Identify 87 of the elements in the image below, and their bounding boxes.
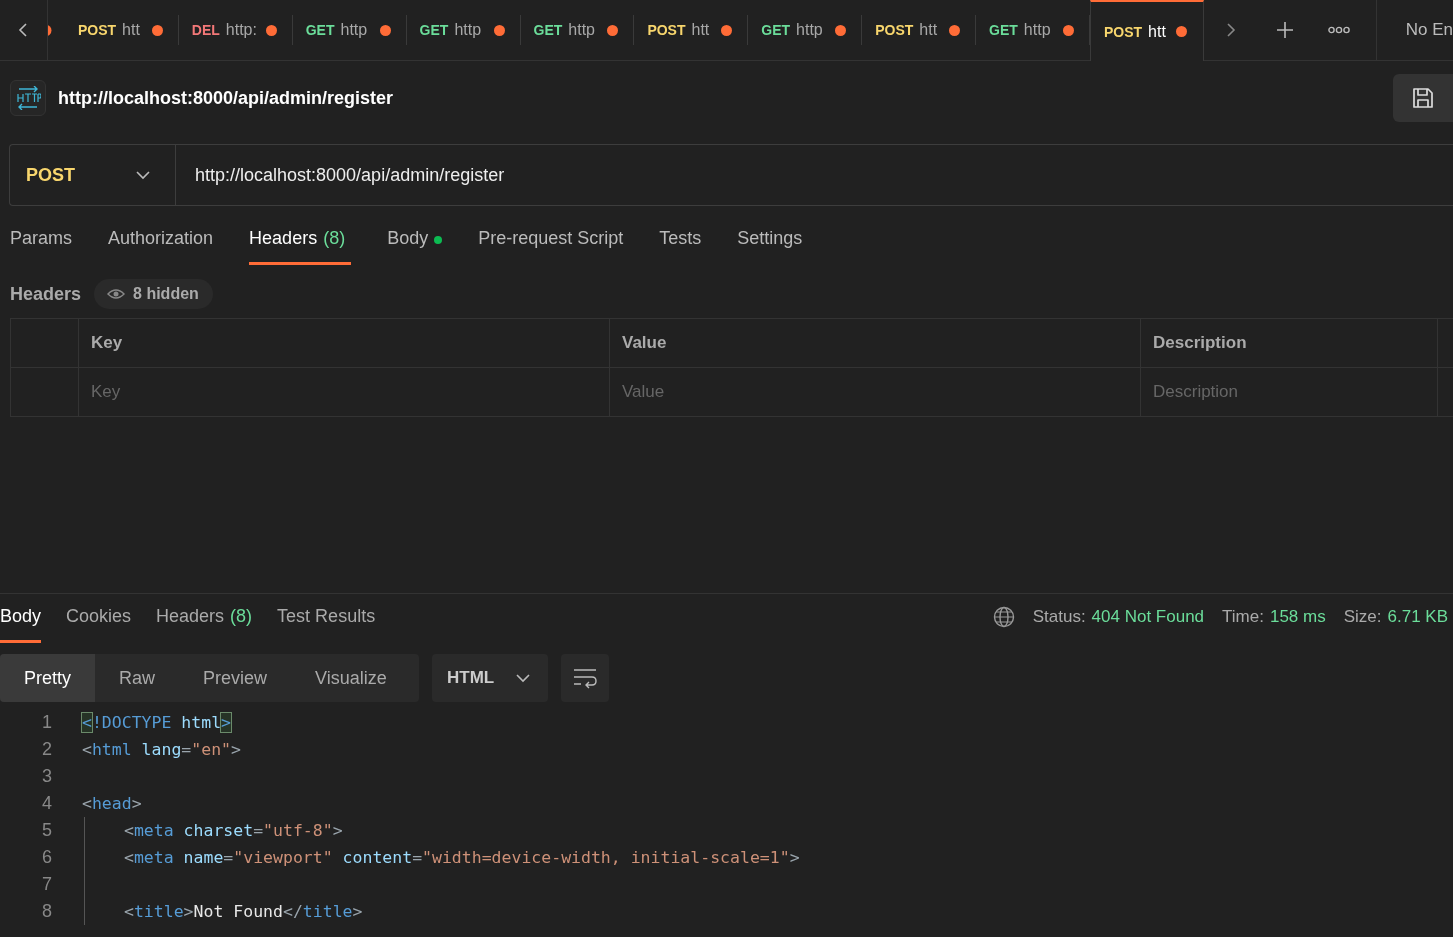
request-tab[interactable]: GET http: [520, 0, 635, 60]
tab-url: http:: [225, 21, 257, 39]
view-mode-button[interactable]: Pretty: [0, 654, 95, 702]
request-tab[interactable]: GET http: [292, 0, 407, 60]
line-number: 3: [41, 766, 53, 787]
wrap-lines-button[interactable]: [561, 654, 609, 702]
line-number: 2: [41, 739, 53, 760]
code-line: <meta name="viewport" content="width=device-width, initial-scale=1">: [124, 848, 800, 867]
count-label: (8): [230, 606, 253, 628]
request-option-tab[interactable]: Params: [10, 228, 72, 264]
request-option-tab[interactable]: Tests: [659, 228, 702, 264]
column-header: Key: [78, 318, 610, 368]
line-number: 5: [41, 820, 53, 841]
request-option-tab[interactable]: Headers (8): [249, 228, 352, 265]
column-header: Description: [1140, 318, 1438, 368]
code-line: <head>: [82, 794, 142, 813]
hidden-count: 8 hidden: [133, 285, 199, 303]
request-tab[interactable]: POST htt: [634, 0, 749, 60]
method-label: POST: [77, 22, 117, 38]
method-label: GET: [305, 22, 335, 38]
wrap-icon: [573, 667, 597, 689]
status-value: 404 Not Found: [1091, 607, 1205, 627]
environment-selector[interactable]: No En: [1375, 0, 1453, 60]
method-label: POST: [875, 22, 914, 38]
method-label: GET: [533, 22, 563, 38]
hidden-headers-toggle[interactable]: 8 hidden: [94, 279, 213, 309]
line-number: 6: [41, 847, 53, 868]
status-value: 158 ms: [1269, 607, 1326, 627]
request-option-tab[interactable]: Authorization: [108, 228, 214, 264]
scroll-left-icon[interactable]: [17, 22, 30, 38]
tab-url: htt: [919, 21, 938, 39]
view-mode-button[interactable]: Preview: [179, 654, 292, 702]
method-label: GET: [761, 22, 791, 38]
code-line: <html lang="en">: [82, 740, 241, 759]
code-line: <meta charset="utf-8">: [124, 821, 343, 840]
tab-url: htt: [691, 21, 710, 39]
response-tab[interactable]: Headers (8): [156, 606, 253, 642]
tab-url: http: [1023, 21, 1051, 39]
request-tab[interactable]: GET http: [976, 0, 1090, 60]
save-icon: [1412, 87, 1434, 109]
count-label: (8): [323, 228, 346, 249]
request-option-tab[interactable]: Body: [387, 228, 443, 264]
tab-url: http: [568, 21, 595, 39]
tab-url: http: [340, 21, 368, 39]
response-tab[interactable]: Body: [0, 606, 42, 643]
view-mode-button[interactable]: Visualize: [291, 654, 411, 702]
status-label: Time:: [1222, 607, 1264, 627]
tab-url: htt: [1148, 22, 1166, 41]
tab-url: htt: [122, 21, 140, 39]
response-tab[interactable]: Test Results: [277, 606, 376, 642]
globe-icon[interactable]: [992, 606, 1015, 628]
method-label: POST: [1103, 23, 1143, 40]
request-tab[interactable]: POST htt: [1089, 0, 1204, 61]
method-label: DEL: [191, 22, 220, 38]
method-label: POST: [647, 22, 686, 38]
method-label: GET: [989, 22, 1018, 38]
save-button[interactable]: [1393, 74, 1453, 122]
eye-icon: [107, 288, 126, 300]
method-label: GET: [419, 22, 449, 38]
request-tab[interactable]: GET http: [406, 0, 521, 60]
chevron-down-icon: [516, 673, 530, 683]
request-title: http://localhost:8000/api/admin/register: [58, 87, 395, 109]
column-header: Value: [609, 318, 1141, 368]
response-tab[interactable]: Cookies: [66, 606, 132, 642]
plus-icon[interactable]: [1275, 21, 1294, 39]
request-option-tab[interactable]: Settings: [737, 228, 803, 264]
tab-url: http: [796, 21, 823, 39]
more-icon[interactable]: [1327, 26, 1350, 34]
request-tab[interactable]: POST htt: [862, 0, 977, 60]
request-option-tab[interactable]: Pre-request Script: [478, 228, 624, 264]
format-dropdown[interactable]: HTML: [432, 654, 548, 702]
scroll-right-icon[interactable]: [1224, 22, 1237, 38]
line-number: 7: [41, 874, 53, 895]
section-label: Headers: [10, 283, 82, 305]
request-tab[interactable]: POST htt: [64, 0, 179, 60]
status-label: Status:: [1032, 607, 1086, 627]
line-number: 8: [41, 901, 53, 922]
line-number: 1: [41, 712, 53, 733]
request-tab[interactable]: GET http: [748, 0, 863, 60]
status-value: 6.71 KB: [1387, 607, 1448, 627]
http-icon: [10, 80, 46, 116]
request-tab[interactable]: DEL http:: [178, 0, 293, 60]
view-mode-button[interactable]: Raw: [95, 654, 180, 702]
line-number: 4: [41, 793, 53, 814]
tab-url: http: [454, 21, 482, 39]
code-line: <title>Not Found</title>: [124, 902, 363, 921]
status-label: Size:: [1343, 607, 1382, 627]
